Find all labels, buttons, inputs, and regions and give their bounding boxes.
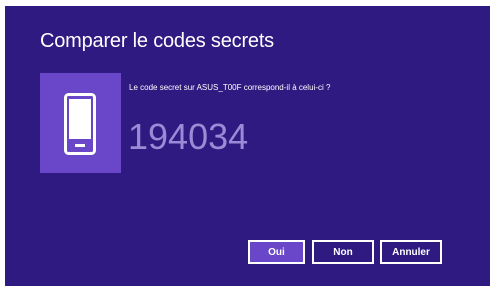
device-tile [40,73,121,173]
oui-button[interactable]: Oui [248,240,305,264]
pairing-code: 194034 [128,116,249,157]
phone-icon [64,93,96,155]
dialog-title: Comparer le codes secrets [40,30,274,52]
pairing-dialog: Comparer le codes secrets Le code secret… [5,6,490,286]
non-button[interactable]: Non [312,240,374,264]
annuler-button[interactable]: Annuler [380,240,442,264]
pairing-prompt: Le code secret sur ASUS_T00F correspond-… [129,83,331,92]
